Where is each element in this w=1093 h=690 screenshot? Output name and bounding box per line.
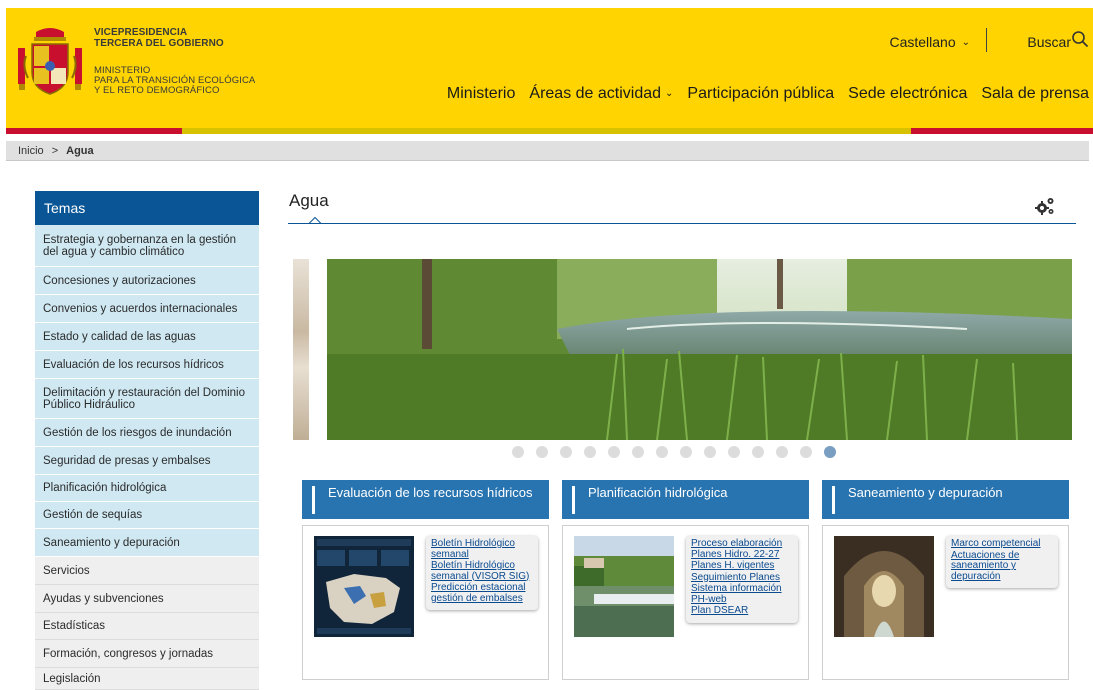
breadcrumb: Inicio > Agua xyxy=(6,141,1089,161)
sewer-tunnel-photo-thumbnail[interactable] xyxy=(834,536,934,637)
card-links-box: Boletín Hidrológico semanal Boletín Hidr… xyxy=(426,536,538,610)
link-proceso-elaboracion[interactable]: Proceso elaboración Planes Hidro. 22-27 xyxy=(691,538,793,560)
coat-of-arms-icon xyxy=(18,28,82,95)
sidebar-item-riesgos-inundacion[interactable]: Gestión de los riesgos de inundación xyxy=(35,419,259,447)
sidebar-item-servicios[interactable]: Servicios xyxy=(35,557,259,585)
main-navigation: Ministerio Áreas de actividad ⌄ Participa… xyxy=(447,85,1089,103)
gov-line-5: Y EL RETO DEMOGRÁFICO xyxy=(94,85,220,96)
carousel-dot[interactable] xyxy=(536,446,548,458)
card-title[interactable]: Saneamiento y depuración xyxy=(822,480,1069,519)
language-select[interactable]: Castellano ⌄ xyxy=(889,34,970,50)
card-planificacion-hidrologica: Planificación hidrológica Proceso elabor… xyxy=(562,480,809,680)
link-seguimiento-planes[interactable]: Seguimiento Planes xyxy=(691,572,793,584)
image-carousel[interactable] xyxy=(293,259,1072,440)
nav-sala-prensa[interactable]: Sala de prensa xyxy=(981,85,1089,103)
breadcrumb-separator: > xyxy=(51,145,59,157)
link-actuaciones-saneamiento[interactable]: Actuaciones de saneamiento y depuración xyxy=(951,550,1053,583)
gear-icon[interactable] xyxy=(1034,195,1056,217)
sidebar-item-delimitacion[interactable]: Delimitación y restauración del Dominio … xyxy=(35,379,259,419)
sidebar-item-estrategia[interactable]: Estrategia y gobernanza en la gestión de… xyxy=(35,225,259,267)
card-saneamiento-depuracion: Saneamiento y depuración Marco competenc… xyxy=(822,480,1069,680)
card-evaluacion-recursos: Evaluación de los recursos hídricos Bole… xyxy=(302,480,549,680)
chevron-down-icon: ⌄ xyxy=(665,88,674,99)
search-button[interactable]: Buscar xyxy=(1027,34,1071,50)
link-boletin-visor-sig[interactable]: Boletín Hidrológico semanal (VISOR SIG) xyxy=(431,560,533,582)
page-title: Agua xyxy=(289,191,329,210)
card-links-box: Marco competencial Actuaciones de saneam… xyxy=(946,536,1058,588)
card-body: Boletín Hidrológico semanal Boletín Hidr… xyxy=(302,525,549,680)
carousel-dot[interactable] xyxy=(776,446,788,458)
carousel-dot[interactable] xyxy=(560,446,572,458)
sidebar-item-sequias[interactable]: Gestión de sequías xyxy=(35,502,259,529)
nav-ministerio[interactable]: Ministerio xyxy=(447,85,515,103)
carousel-previous-slide xyxy=(293,259,309,440)
carousel-dots xyxy=(512,446,836,458)
sidebar-item-seguridad-presas[interactable]: Seguridad de presas y embalses xyxy=(35,447,259,475)
link-boletin-hidrologico[interactable]: Boletín Hidrológico semanal xyxy=(431,538,533,560)
nav-participacion-publica[interactable]: Participación pública xyxy=(687,85,834,103)
sidebar-item-convenios[interactable]: Convenios y acuerdos internacionales xyxy=(35,295,259,323)
site-header: VICEPRESIDENCIA TERCERA DEL GOBIERNO MIN… xyxy=(6,8,1093,134)
card-title[interactable]: Evaluación de los recursos hídricos xyxy=(302,480,549,519)
language-label: Castellano xyxy=(889,34,956,50)
link-planes-vigentes[interactable]: Planes H. vigentes xyxy=(691,560,793,572)
header-accent-mid xyxy=(182,128,911,134)
carousel-dot[interactable] xyxy=(608,446,620,458)
breadcrumb-current: Agua xyxy=(66,145,94,157)
carousel-dot[interactable] xyxy=(704,446,716,458)
link-marco-competencial[interactable]: Marco competencial xyxy=(951,538,1053,550)
dam-photo-thumbnail[interactable] xyxy=(574,536,674,637)
carousel-dot[interactable] xyxy=(656,446,668,458)
carousel-dot-active[interactable] xyxy=(824,446,836,458)
card-title[interactable]: Planificación hidrológica xyxy=(562,480,809,519)
sidebar-item-legislacion[interactable]: Legislación xyxy=(35,668,259,690)
sidebar-item-formacion[interactable]: Formación, congresos y jornadas xyxy=(35,640,259,668)
carousel-dot[interactable] xyxy=(632,446,644,458)
gov-line-2: TERCERA DEL GOBIERNO xyxy=(94,38,224,49)
carousel-dot[interactable] xyxy=(800,446,812,458)
sidebar: Temas Estrategia y gobernanza en la gest… xyxy=(35,191,259,690)
header-accent-left xyxy=(6,128,182,134)
carousel-dot[interactable] xyxy=(512,446,524,458)
search-icon[interactable] xyxy=(1071,30,1089,48)
breadcrumb-home[interactable]: Inicio xyxy=(18,145,44,157)
sidebar-item-saneamiento[interactable]: Saneamiento y depuración xyxy=(35,529,259,557)
river-photo xyxy=(327,259,1072,440)
card-links-box: Proceso elaboración Planes Hidro. 22-27 … xyxy=(686,536,798,623)
nav-areas-actividad-label: Áreas de actividad xyxy=(529,85,662,102)
sidebar-item-estado-calidad[interactable]: Estado y calidad de las aguas xyxy=(35,323,259,351)
title-notch xyxy=(309,216,321,224)
sidebar-item-ayudas[interactable]: Ayudas y subvenciones xyxy=(35,585,259,613)
header-separator xyxy=(986,28,987,52)
header-accent-right xyxy=(911,128,1093,134)
link-plan-dsear[interactable]: Plan DSEAR xyxy=(691,605,793,617)
link-prediccion-estacional[interactable]: Predicción estacional gestión de embalse… xyxy=(431,582,533,604)
nav-sede-electronica[interactable]: Sede electrónica xyxy=(848,85,967,103)
sidebar-title: Temas xyxy=(35,191,259,225)
card-body: Proceso elaboración Planes Hidro. 22-27 … xyxy=(562,525,809,680)
sidebar-item-estadisticas[interactable]: Estadísticas xyxy=(35,613,259,640)
sidebar-item-evaluacion[interactable]: Evaluación de los recursos hídricos xyxy=(35,351,259,379)
carousel-dot[interactable] xyxy=(752,446,764,458)
carousel-dot[interactable] xyxy=(680,446,692,458)
card-body: Marco competencial Actuaciones de saneam… xyxy=(822,525,1069,680)
carousel-dot[interactable] xyxy=(584,446,596,458)
gov-line-1: VICEPRESIDENCIA xyxy=(94,27,188,38)
nav-areas-actividad[interactable]: Áreas de actividad ⌄ xyxy=(529,85,673,103)
carousel-dot[interactable] xyxy=(728,446,740,458)
hydro-bulletin-map-thumbnail[interactable] xyxy=(314,536,414,637)
link-sistema-informacion[interactable]: Sistema información PH-web xyxy=(691,583,793,605)
sidebar-item-concesiones[interactable]: Concesiones y autorizaciones xyxy=(35,267,259,295)
sidebar-item-planificacion[interactable]: Planificación hidrológica xyxy=(35,475,259,502)
chevron-down-icon: ⌄ xyxy=(961,37,970,48)
title-underline xyxy=(288,223,1076,224)
